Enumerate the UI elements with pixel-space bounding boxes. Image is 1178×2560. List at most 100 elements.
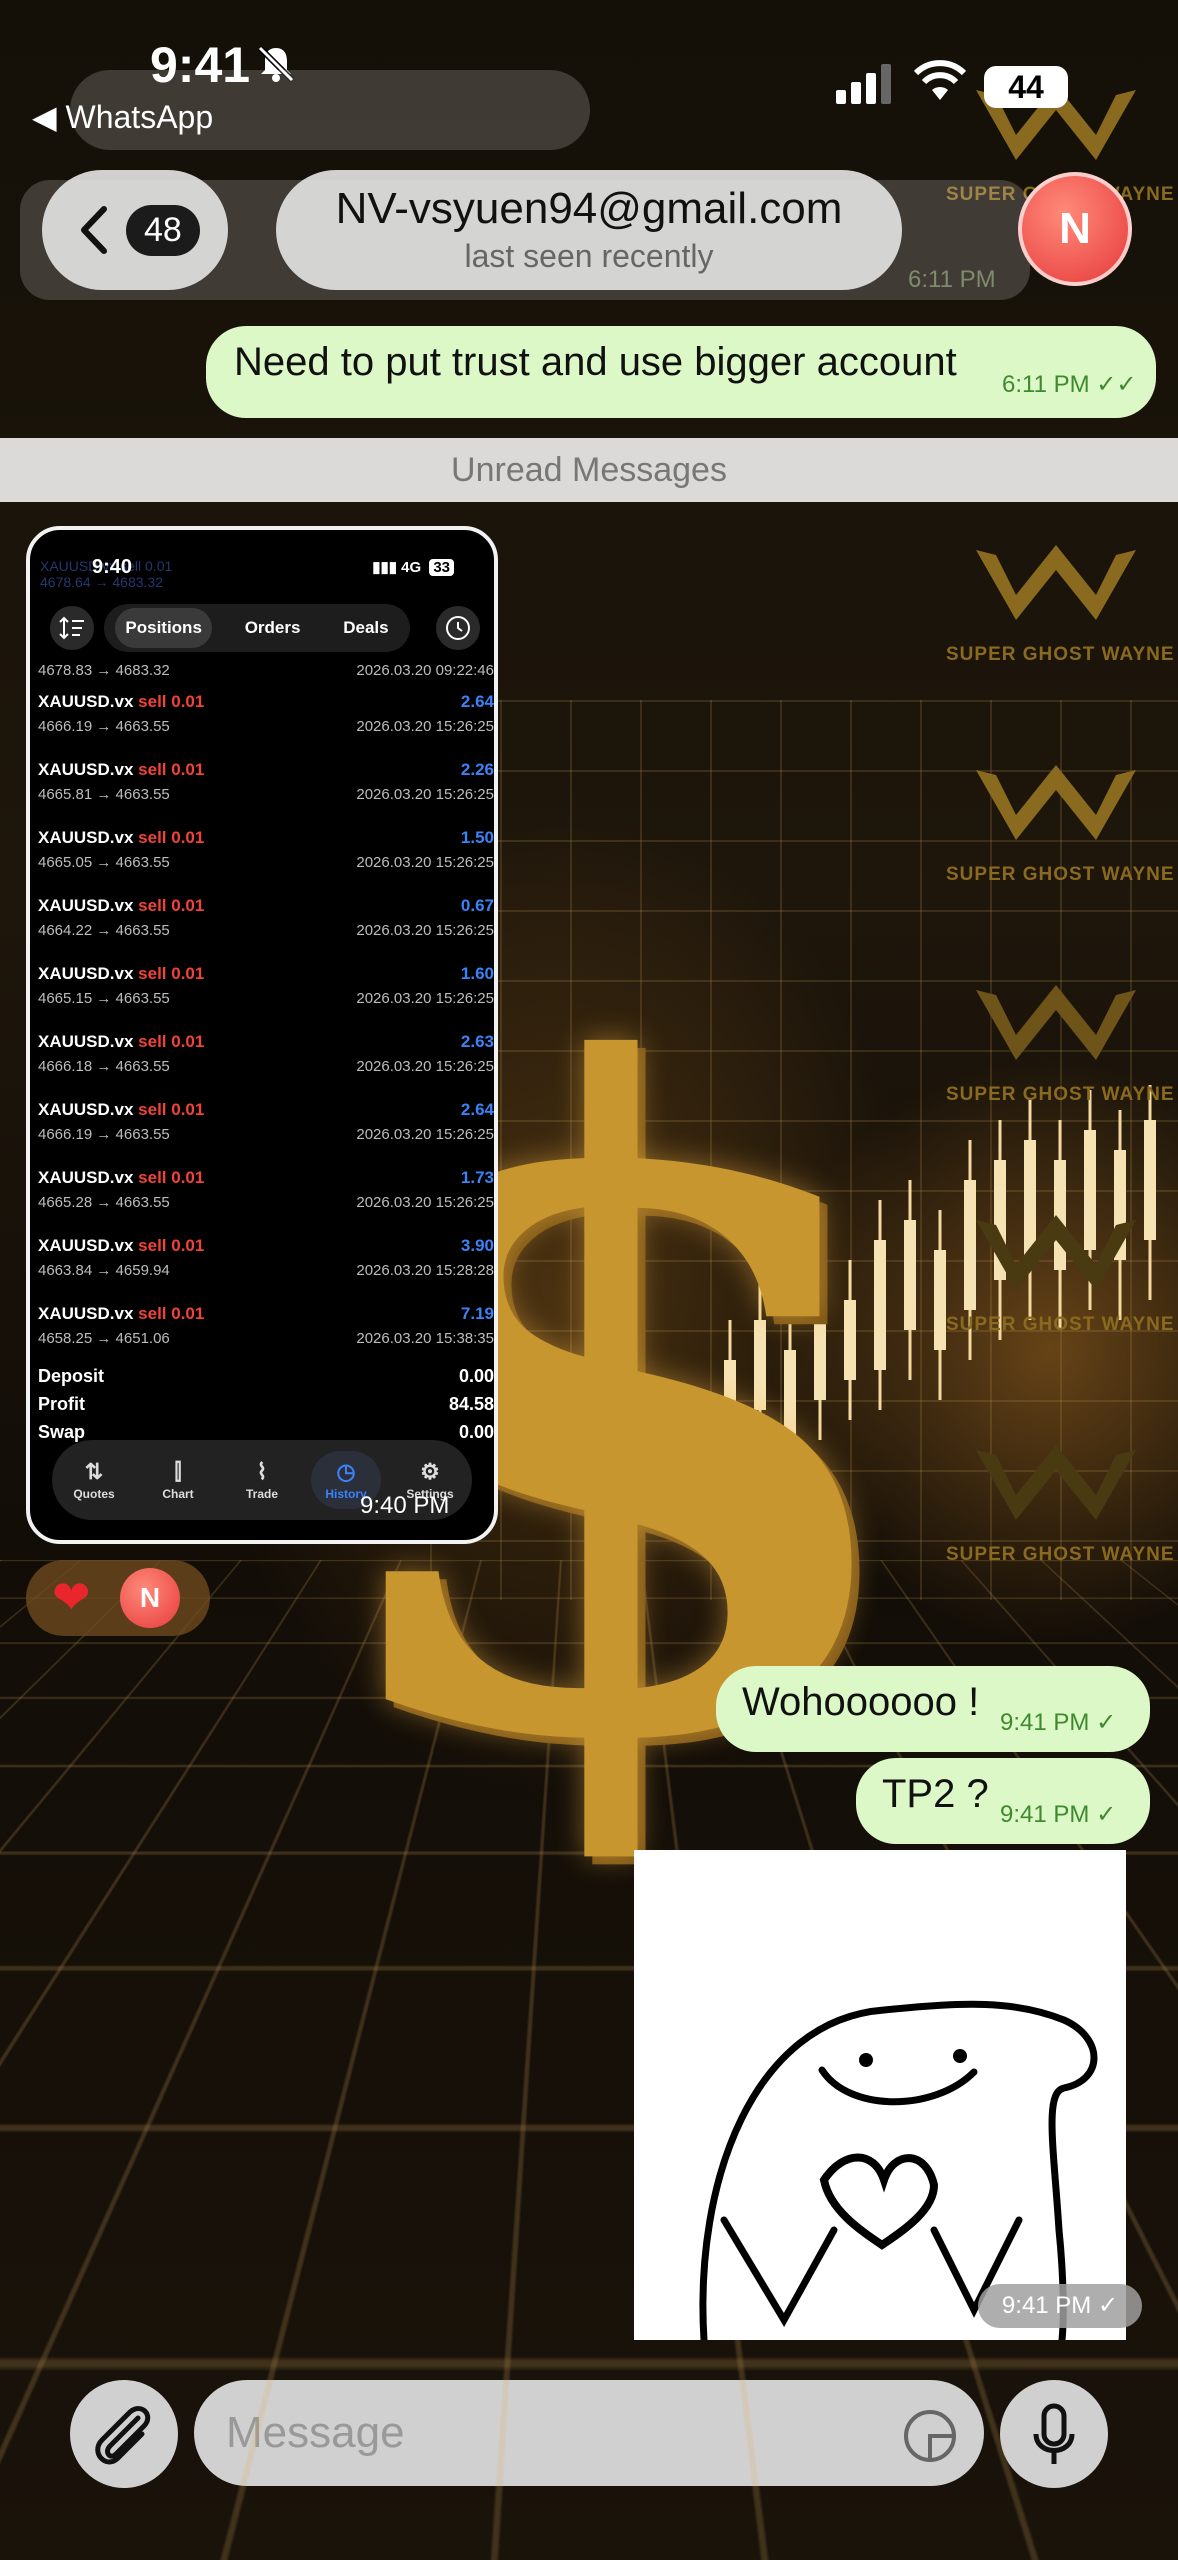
- message-text: Need to put trust and use bigger account: [234, 340, 957, 385]
- message-time-text: 9:41 PM: [1000, 1801, 1089, 1828]
- image-message-time: 9:40 PM: [360, 1492, 449, 1520]
- attach-button[interactable]: [70, 2380, 178, 2488]
- unread-messages-divider: Unread Messages: [0, 438, 1178, 502]
- position-row: XAUUSD.vx sell 0.01 2.26 4665.81 → 4663.…: [38, 754, 494, 818]
- row-symbol: XAUUSD.vx sell 0.01: [38, 1304, 204, 1324]
- row-side: sell 0.01: [138, 692, 204, 711]
- row-profit: 3.90: [461, 1236, 494, 1256]
- row-prices: 4664.22 → 4663.55: [38, 922, 170, 939]
- battery-indicator: 44: [984, 66, 1068, 108]
- position-row: XAUUSD.vx sell 0.01 0.67 4664.22 → 4663.…: [38, 890, 494, 954]
- row-profit: 2.64: [461, 1100, 494, 1120]
- row-date: 2026.03.20 15:26:25: [356, 990, 494, 1007]
- screenshot-tabs: Positions Orders Deals: [104, 604, 410, 652]
- row-side: sell 0.01: [138, 1236, 204, 1255]
- row-profit: 7.19: [461, 1304, 494, 1324]
- sort-icon: [50, 606, 94, 650]
- watermark-logo: SUPER GHOST WAYNE: [946, 1430, 1166, 1566]
- row-date: 2026.03.20 15:38:35: [356, 1330, 494, 1347]
- watermark-logo: SUPER GHOST WAYNE: [946, 530, 1166, 666]
- row-side: sell 0.01: [138, 1168, 204, 1187]
- chevron-left-icon: [78, 205, 108, 255]
- row-side: sell 0.01: [138, 1100, 204, 1119]
- row-symbol-text: XAUUSD.vx: [38, 1304, 133, 1323]
- sticker-message[interactable]: [634, 1850, 1126, 2340]
- position-row: XAUUSD.vx sell 0.01 2.64 4666.19 → 4663.…: [38, 686, 494, 750]
- summary-value: 0.00: [459, 1366, 494, 1387]
- contact-avatar[interactable]: N: [1018, 172, 1132, 286]
- candlestick-icon: ⫿: [143, 1459, 213, 1485]
- row-profit: 2.63: [461, 1032, 494, 1052]
- message-text: TP2 ?: [882, 1772, 989, 1817]
- row-date: 2026.03.20 15:26:25: [356, 854, 494, 871]
- row-symbol: XAUUSD.vx sell 0.01: [38, 896, 204, 916]
- row-symbol: XAUUSD.vx sell 0.01: [38, 1168, 204, 1188]
- unread-chats-count: 48: [126, 205, 200, 256]
- chat-title[interactable]: NV-vsyuen94@gmail.com last seen recently: [276, 170, 902, 290]
- message-time: 9:41 PM ✓: [1000, 1800, 1116, 1829]
- position-row: XAUUSD.vx sell 0.01 1.73 4665.28 → 4663.…: [38, 1162, 494, 1226]
- summary-value: 0.00: [459, 1422, 494, 1443]
- message-text: Wohoooooo !: [742, 1680, 979, 1725]
- summary-label: Deposit: [38, 1366, 104, 1386]
- row-prices: 4666.19 → 4663.55: [38, 718, 170, 735]
- row-date: 2026.03.20 15:28:28: [356, 1262, 494, 1279]
- contact-name: NV-vsyuen94@gmail.com: [276, 184, 902, 234]
- position-row: XAUUSD.vx sell 0.01 3.90 4663.84 → 4659.…: [38, 1230, 494, 1294]
- sent-tick-icon: ✓: [1096, 1801, 1116, 1828]
- screenshot-battery: 33: [429, 559, 454, 576]
- message-time-text: 6:11 PM: [1002, 371, 1090, 398]
- row-symbol: XAUUSD.vx sell 0.01: [38, 1236, 204, 1256]
- outgoing-message[interactable]: Need to put trust and use bigger account…: [206, 326, 1156, 418]
- row-date: 2026.03.20 15:26:25: [356, 718, 494, 735]
- paperclip-icon: [70, 2380, 178, 2488]
- row-profit: 1.73: [461, 1168, 494, 1188]
- message-input[interactable]: Message: [194, 2380, 984, 2486]
- screenshot-signal-icon: ▮▮▮: [372, 559, 397, 576]
- row-profit: 2.64: [461, 692, 494, 712]
- sticker-icon[interactable]: [900, 2406, 960, 2466]
- nav-quotes: ⇅ Quotes: [59, 1459, 129, 1501]
- row-side: sell 0.01: [138, 896, 204, 915]
- heart-icon: ❤: [52, 1574, 91, 1620]
- blurred-previous-message: [70, 70, 590, 150]
- message-time-text: 9:41 PM: [1000, 1709, 1089, 1736]
- gear-icon: ⚙: [395, 1459, 465, 1485]
- message-reaction[interactable]: ❤ N: [26, 1560, 210, 1636]
- row-date: 2026.03.20 15:26:25: [356, 1126, 494, 1143]
- watermark-logo: SUPER GHOST WAYNE: [946, 1200, 1166, 1336]
- row-date: 2026.03.20 09:22:46: [356, 662, 494, 679]
- back-button[interactable]: 48: [42, 170, 228, 290]
- read-ticks-icon: ✓✓: [1096, 371, 1136, 398]
- outgoing-message[interactable]: Wohoooooo ! 9:41 PM ✓: [716, 1666, 1150, 1752]
- row-prices: 4678.83 → 4683.32: [38, 662, 170, 679]
- row-profit: 1.50: [461, 828, 494, 848]
- microphone-icon: [1000, 2380, 1108, 2488]
- row-prices: 4665.15 → 4663.55: [38, 990, 170, 1007]
- position-row: XAUUSD.vx sell 0.01 1.60 4665.15 → 4663.…: [38, 958, 494, 1022]
- quotes-icon: ⇅: [59, 1459, 129, 1485]
- voice-record-button[interactable]: [1000, 2380, 1108, 2488]
- trend-chart-icon: ⌇: [227, 1459, 297, 1485]
- trading-history-screenshot[interactable]: XAUUSD.vx sell 0.01 4678.64 → 4683.32 9:…: [26, 526, 498, 1544]
- screenshot-tab-bar: Positions Orders Deals: [50, 600, 480, 656]
- nav-label: Trade: [246, 1487, 278, 1501]
- position-row: XAUUSD.vx sell 0.01 1.50 4665.05 → 4663.…: [38, 822, 494, 886]
- summary-row-profit: Profit 84.58: [38, 1394, 494, 1415]
- position-row: XAUUSD.vx sell 0.01 7.19 4658.25 → 4651.…: [38, 1298, 494, 1362]
- row-prices: 4666.18 → 4663.55: [38, 1058, 170, 1075]
- summary-label: Swap: [38, 1422, 85, 1442]
- row-prices: 4663.84 → 4659.94: [38, 1262, 170, 1279]
- row-date: 2026.03.20 15:26:25: [356, 922, 494, 939]
- row-symbol: XAUUSD.vx sell 0.01: [38, 828, 204, 848]
- heart-hands-blob-sticker: [634, 1850, 1126, 2340]
- outgoing-message[interactable]: TP2 ? 9:41 PM ✓: [856, 1758, 1150, 1844]
- contact-status: last seen recently: [276, 238, 902, 275]
- summary-label: Profit: [38, 1394, 85, 1414]
- previous-message-time: 6:11 PM: [908, 266, 996, 294]
- message-time: 9:41 PM ✓: [1000, 1708, 1116, 1737]
- position-row: XAUUSD.vx sell 0.01 2.63 4666.18 → 4663.…: [38, 1026, 494, 1090]
- tab-deals: Deals: [333, 608, 398, 648]
- position-row: XAUUSD.vx sell 0.01 2.64 4666.19 → 4663.…: [38, 1094, 494, 1158]
- row-symbol: XAUUSD.vx sell 0.01: [38, 1032, 204, 1052]
